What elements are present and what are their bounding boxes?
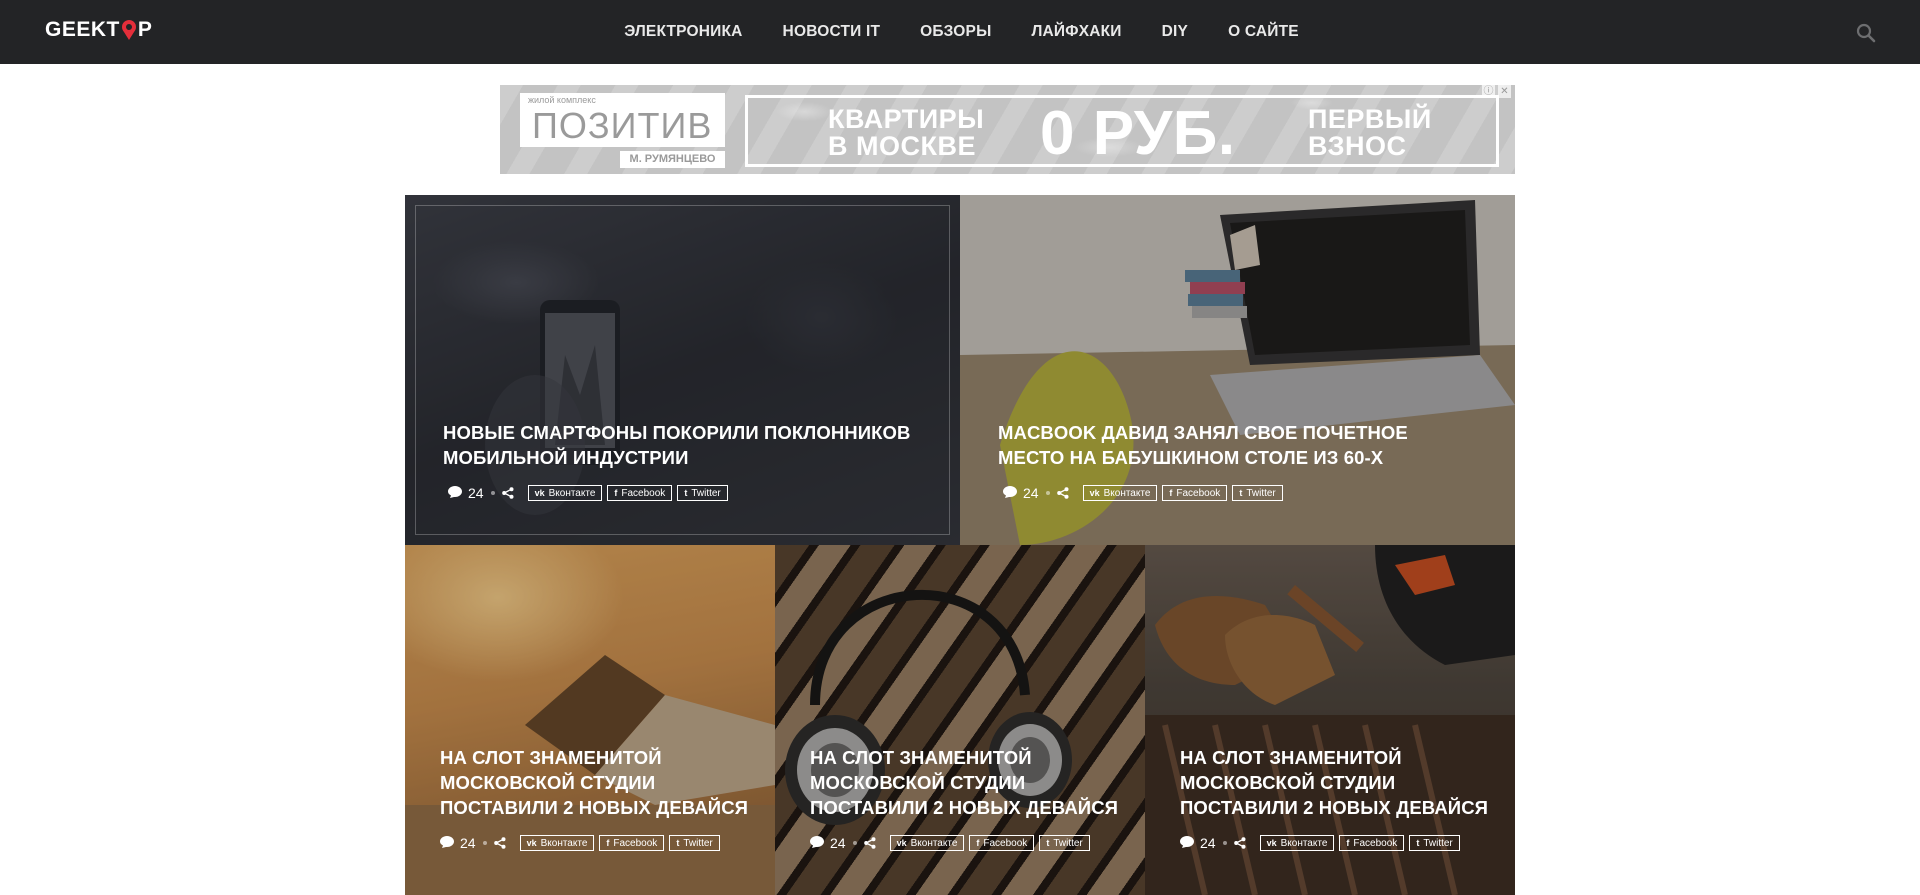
ad-offer-price: 0 РУБ. xyxy=(1040,99,1236,168)
logo-text-end: P xyxy=(137,18,153,41)
featured-card-4[interactable]: НА СЛОТ ЗНАМЕНИТОЙ МОСКОВСКОЙ СТУДИИ ПОС… xyxy=(775,545,1145,895)
facebook-icon: f xyxy=(1169,488,1173,498)
nav-item-reviews[interactable]: ОБЗОРЫ xyxy=(920,23,991,41)
top-navbar: GEEKT P ЭЛЕКТРОНИКА НОВОСТИ IT ОБЗОРЫ ЛА… xyxy=(0,0,1920,64)
share-twitter-button[interactable]: t Twitter xyxy=(1409,835,1460,851)
vk-icon: vk xyxy=(534,488,545,498)
share-facebook-button[interactable]: f Facebook xyxy=(607,485,673,501)
share-vk-button[interactable]: vk Вконтакте xyxy=(519,835,595,851)
featured-card-5[interactable]: НА СЛОТ ЗНАМЕНИТОЙ МОСКОВСКОЙ СТУДИИ ПОС… xyxy=(1145,545,1515,895)
card-meta: 24 vk Вконтакте f Facebook t Twitter xyxy=(1180,835,1465,851)
ad-brand-name: ПОЗИТИВ xyxy=(532,105,713,146)
ad-controls: ⓘ ✕ xyxy=(1482,85,1511,98)
card-title[interactable]: НА СЛОТ ЗНАМЕНИТОЙ МОСКОВСКОЙ СТУДИИ ПОС… xyxy=(810,745,1120,820)
ad-offer-right: ПЕРВЫЙ ВЗНОС xyxy=(1308,104,1432,161)
featured-card-1[interactable]: НОВЫЕ СМАРТФОНЫ ПОКОРИЛИ ПОКЛОННИКОВ МОБ… xyxy=(405,195,960,545)
comment-count[interactable]: 24 xyxy=(1200,835,1216,851)
card-meta: 24 vk Вконтакте f Facebook t Twitter xyxy=(810,835,1095,851)
share-twitter-button[interactable]: t Twitter xyxy=(1232,485,1283,501)
share-icon[interactable] xyxy=(501,487,514,499)
info-icon[interactable]: ⓘ xyxy=(1482,85,1495,98)
featured-card-3[interactable]: НА СЛОТ ЗНАМЕНИТОЙ МОСКОВСКОЙ СТУДИИ ПОС… xyxy=(405,545,775,895)
share-twitter-button[interactable]: t Twitter xyxy=(677,485,728,501)
comment-count[interactable]: 24 xyxy=(468,485,484,501)
search-icon[interactable] xyxy=(1856,23,1876,43)
share-vk-button[interactable]: vk Вконтакте xyxy=(527,485,603,501)
ad-brand: жилой комплекс ПОЗИТИВ М. РУМЯНЦЕВО xyxy=(520,93,725,168)
card-meta: 24 vk Вконтакте f Facebook t Twitter xyxy=(440,835,725,851)
card-title[interactable]: НА СЛОТ ЗНАМЕНИТОЙ МОСКОВСКОЙ СТУДИИ ПОС… xyxy=(440,745,750,820)
ad-brand-metro: М. РУМЯНЦЕВО xyxy=(620,151,725,168)
ad-offer-left: КВАРТИРЫ В МОСКВЕ xyxy=(828,104,985,161)
nav-item-about[interactable]: О САЙТЕ xyxy=(1228,23,1299,41)
card-meta: 24 vk Вконтакте f Facebook t Twitter xyxy=(448,485,733,501)
vk-icon: vk xyxy=(1089,488,1100,498)
share-facebook-button[interactable]: f Facebook xyxy=(1339,835,1405,851)
logo-text-start: GEEKT xyxy=(45,18,120,41)
comment-icon xyxy=(810,835,824,851)
nav-item-electronics[interactable]: ЭЛЕКТРОНИКА xyxy=(624,23,742,41)
ad-banner[interactable]: жилой комплекс ПОЗИТИВ М. РУМЯНЦЕВО КВАР… xyxy=(500,85,1515,174)
twitter-icon: t xyxy=(1239,488,1243,498)
twitter-icon: t xyxy=(1046,838,1050,848)
share-icon[interactable] xyxy=(1056,487,1069,499)
facebook-icon: f xyxy=(976,838,980,848)
share-twitter-button[interactable]: t Twitter xyxy=(1039,835,1090,851)
featured-card-2[interactable]: MACBOOK ДАВИД ЗАНЯЛ СВОЕ ПОЧЕТНОЕ МЕСТО … xyxy=(960,195,1515,545)
main-nav: ЭЛЕКТРОНИКА НОВОСТИ IT ОБЗОРЫ ЛАЙФХАКИ D… xyxy=(0,0,1920,64)
twitter-icon: t xyxy=(676,838,680,848)
logo-pin-icon xyxy=(121,19,137,41)
ad-offer: КВАРТИРЫ В МОСКВЕ 0 РУБ. ПЕРВЫЙ ВЗНОС xyxy=(745,95,1499,167)
facebook-icon: f xyxy=(606,838,610,848)
comment-icon xyxy=(448,485,462,501)
share-facebook-button[interactable]: f Facebook xyxy=(969,835,1035,851)
share-icon[interactable] xyxy=(493,837,506,849)
card-title[interactable]: НОВЫЕ СМАРТФОНЫ ПОКОРИЛИ ПОКЛОННИКОВ МОБ… xyxy=(443,420,923,470)
ad-brand-subtitle: жилой комплекс xyxy=(528,95,596,105)
nav-item-lifehacks[interactable]: ЛАЙФХАКИ xyxy=(1031,23,1121,41)
card-title[interactable]: НА СЛОТ ЗНАМЕНИТОЙ МОСКОВСКОЙ СТУДИИ ПОС… xyxy=(1180,745,1490,820)
comment-icon xyxy=(1180,835,1194,851)
vk-icon: vk xyxy=(896,838,907,848)
share-vk-button[interactable]: vk Вконтакте xyxy=(1082,485,1158,501)
card-title[interactable]: MACBOOK ДАВИД ЗАНЯЛ СВОЕ ПОЧЕТНОЕ МЕСТО … xyxy=(998,420,1478,470)
comment-icon xyxy=(1003,485,1017,501)
facebook-icon: f xyxy=(1346,838,1350,848)
vk-icon: vk xyxy=(526,838,537,848)
comment-count[interactable]: 24 xyxy=(830,835,846,851)
vk-icon: vk xyxy=(1266,838,1277,848)
twitter-icon: t xyxy=(684,488,688,498)
comment-count[interactable]: 24 xyxy=(1023,485,1039,501)
nav-item-diy[interactable]: DIY xyxy=(1162,23,1188,41)
twitter-icon: t xyxy=(1416,838,1420,848)
nav-item-it-news[interactable]: НОВОСТИ IT xyxy=(783,23,881,41)
facebook-icon: f xyxy=(614,488,618,498)
share-vk-button[interactable]: vk Вконтакте xyxy=(1259,835,1335,851)
share-twitter-button[interactable]: t Twitter xyxy=(669,835,720,851)
share-icon[interactable] xyxy=(863,837,876,849)
share-facebook-button[interactable]: f Facebook xyxy=(1162,485,1228,501)
share-facebook-button[interactable]: f Facebook xyxy=(599,835,665,851)
share-vk-button[interactable]: vk Вконтакте xyxy=(889,835,965,851)
card-meta: 24 vk Вконтакте f Facebook t Twitter xyxy=(1003,485,1288,501)
site-logo[interactable]: GEEKT P xyxy=(45,18,152,42)
comment-icon xyxy=(440,835,454,851)
share-icon[interactable] xyxy=(1233,837,1246,849)
close-icon[interactable]: ✕ xyxy=(1498,85,1511,98)
comment-count[interactable]: 24 xyxy=(460,835,476,851)
